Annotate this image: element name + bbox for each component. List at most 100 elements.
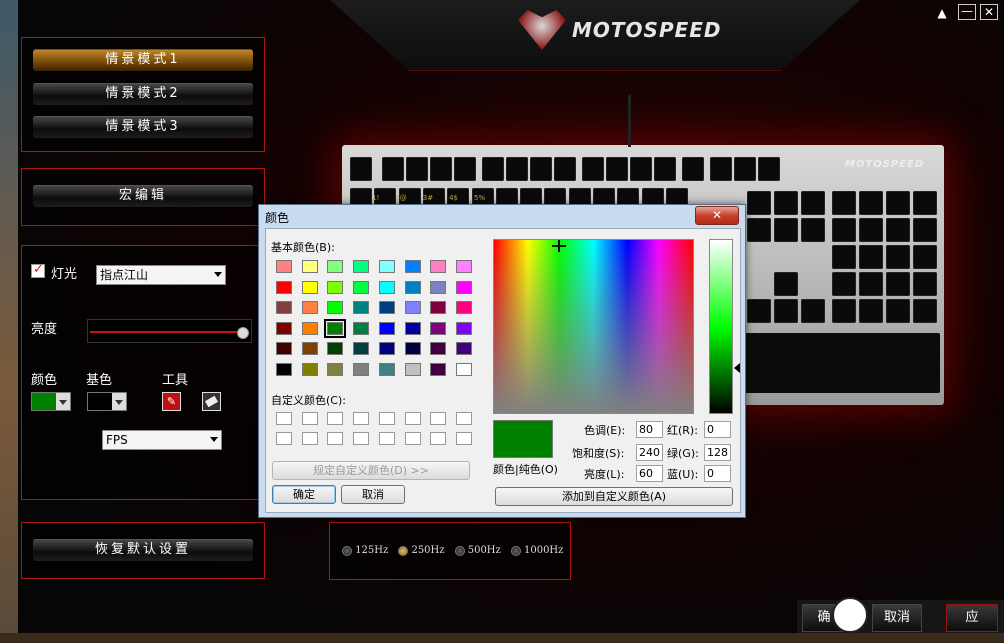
basic-color-cell[interactable] <box>378 362 395 376</box>
polling-option-1000[interactable]: 1000Hz <box>510 545 563 556</box>
custom-color-cell[interactable] <box>301 412 318 425</box>
dialog-close-button[interactable]: ✕ <box>695 206 739 225</box>
custom-color-cell[interactable] <box>378 432 395 445</box>
basic-color-cell[interactable] <box>324 318 347 338</box>
basic-color-cell[interactable] <box>404 301 421 314</box>
eraser-tool-icon[interactable] <box>202 392 221 411</box>
basic-color-cell[interactable] <box>455 280 472 294</box>
basic-color-cell[interactable] <box>327 260 344 273</box>
basic-color-cell[interactable] <box>276 321 292 335</box>
luminance-input[interactable]: 60 <box>636 465 663 482</box>
custom-color-cell[interactable] <box>378 412 395 425</box>
minimize-button[interactable]: — <box>958 4 976 20</box>
basic-color-cell[interactable] <box>353 362 370 376</box>
basic-color-cell[interactable] <box>430 321 447 335</box>
apply-button[interactable]: 应 <box>946 604 998 632</box>
brightness-thumb[interactable] <box>237 327 249 339</box>
basic-color-cell[interactable] <box>455 301 472 314</box>
basic-color-cell[interactable] <box>327 362 344 376</box>
basic-color-cell[interactable] <box>455 321 472 335</box>
custom-color-cell[interactable] <box>455 432 472 445</box>
mode-1-button[interactable]: 情景模式1 <box>33 49 253 71</box>
mode-2-button[interactable]: 情景模式2 <box>33 83 253 105</box>
basic-color-cell[interactable] <box>353 342 370 355</box>
custom-color-cell[interactable] <box>327 412 344 425</box>
basic-color-cell[interactable] <box>301 342 318 355</box>
basic-color-cell[interactable] <box>327 342 344 355</box>
basic-color-cell[interactable] <box>430 260 447 273</box>
basic-color-cell[interactable] <box>378 342 395 355</box>
hue-input[interactable]: 80 <box>636 421 663 438</box>
basic-color-cell[interactable] <box>353 321 370 335</box>
collapse-button[interactable]: ▲ <box>934 5 950 21</box>
light-effect-select[interactable]: 指点江山 <box>96 265 226 285</box>
basic-color-cell[interactable] <box>276 301 292 314</box>
game-mode-select[interactable]: FPS <box>102 430 222 450</box>
brush-tool-icon[interactable]: ✎ <box>162 392 181 411</box>
color-spectrum[interactable] <box>493 239 694 414</box>
polling-option-500[interactable]: 500Hz <box>454 545 501 556</box>
red-input[interactable]: 0 <box>704 421 731 438</box>
basic-color-cell[interactable] <box>301 280 318 294</box>
macro-edit-button[interactable]: 宏编辑 <box>33 185 253 207</box>
basic-color-cell[interactable] <box>353 301 370 314</box>
custom-color-cell[interactable] <box>455 412 472 425</box>
custom-color-cell[interactable] <box>276 412 292 425</box>
polling-option-250[interactable]: 250Hz <box>398 545 445 556</box>
blue-input[interactable]: 0 <box>704 465 731 482</box>
lighting-checkbox[interactable]: ✓ <box>31 262 45 278</box>
basic-color-cell[interactable] <box>276 342 292 355</box>
basic-color-cell[interactable] <box>378 260 395 273</box>
basic-color-cell[interactable] <box>276 280 292 294</box>
basic-color-cell[interactable] <box>301 362 318 376</box>
add-to-custom-colors-button[interactable]: 添加到自定义颜色(A) <box>495 487 733 506</box>
custom-color-cell[interactable] <box>430 432 447 445</box>
brightness-slider[interactable] <box>87 319 252 343</box>
basic-color-cell[interactable] <box>430 362 447 376</box>
custom-color-cell[interactable] <box>327 432 344 445</box>
basic-color-cell[interactable] <box>455 342 472 355</box>
restore-defaults-button[interactable]: 恢复默认设置 <box>33 539 253 561</box>
custom-color-cell[interactable] <box>404 412 421 425</box>
custom-color-cell[interactable] <box>353 412 370 425</box>
basic-color-cell[interactable] <box>301 321 318 335</box>
basic-color-cell[interactable] <box>327 301 344 314</box>
basic-color-cell[interactable] <box>404 362 421 376</box>
dialog-cancel-button[interactable]: 取消 <box>341 485 405 504</box>
basic-color-cell[interactable] <box>430 342 447 355</box>
basic-color-cell[interactable] <box>378 301 395 314</box>
basic-color-cell[interactable] <box>404 342 421 355</box>
custom-color-cell[interactable] <box>301 432 318 445</box>
basic-color-cell[interactable] <box>353 260 370 273</box>
color-picker[interactable] <box>31 392 71 411</box>
basic-color-cell[interactable] <box>378 321 395 335</box>
basic-color-cell[interactable] <box>404 280 421 294</box>
basic-color-cell[interactable] <box>353 280 370 294</box>
custom-color-cell[interactable] <box>430 412 447 425</box>
basic-color-cell[interactable] <box>430 301 447 314</box>
basic-color-cell[interactable] <box>430 280 447 294</box>
basic-color-cell[interactable] <box>455 362 472 376</box>
basic-color-cell[interactable] <box>276 260 292 273</box>
basic-color-cell[interactable] <box>276 362 292 376</box>
base-color-picker[interactable] <box>87 392 127 411</box>
luminance-arrow-icon[interactable] <box>734 363 740 373</box>
custom-color-cell[interactable] <box>404 432 421 445</box>
luminance-bar[interactable] <box>709 239 733 414</box>
mode-3-button[interactable]: 情景模式3 <box>33 116 253 138</box>
custom-color-cell[interactable] <box>276 432 292 445</box>
define-custom-colors-button[interactable]: 规定自定义颜色(D) >> <box>272 461 470 480</box>
custom-color-cell[interactable] <box>353 432 370 445</box>
basic-color-cell[interactable] <box>301 260 318 273</box>
basic-color-cell[interactable] <box>301 301 318 314</box>
basic-color-cell[interactable] <box>378 280 395 294</box>
saturation-input[interactable]: 240 <box>636 444 663 461</box>
green-input[interactable]: 128 <box>704 444 731 461</box>
basic-color-cell[interactable] <box>455 260 472 273</box>
close-button[interactable]: ✕ <box>980 4 998 20</box>
basic-color-cell[interactable] <box>404 260 421 273</box>
basic-color-cell[interactable] <box>404 321 421 335</box>
polling-option-125[interactable]: 125Hz <box>342 545 388 556</box>
cancel-button[interactable]: 取消 <box>872 604 922 632</box>
basic-color-cell[interactable] <box>327 280 344 294</box>
